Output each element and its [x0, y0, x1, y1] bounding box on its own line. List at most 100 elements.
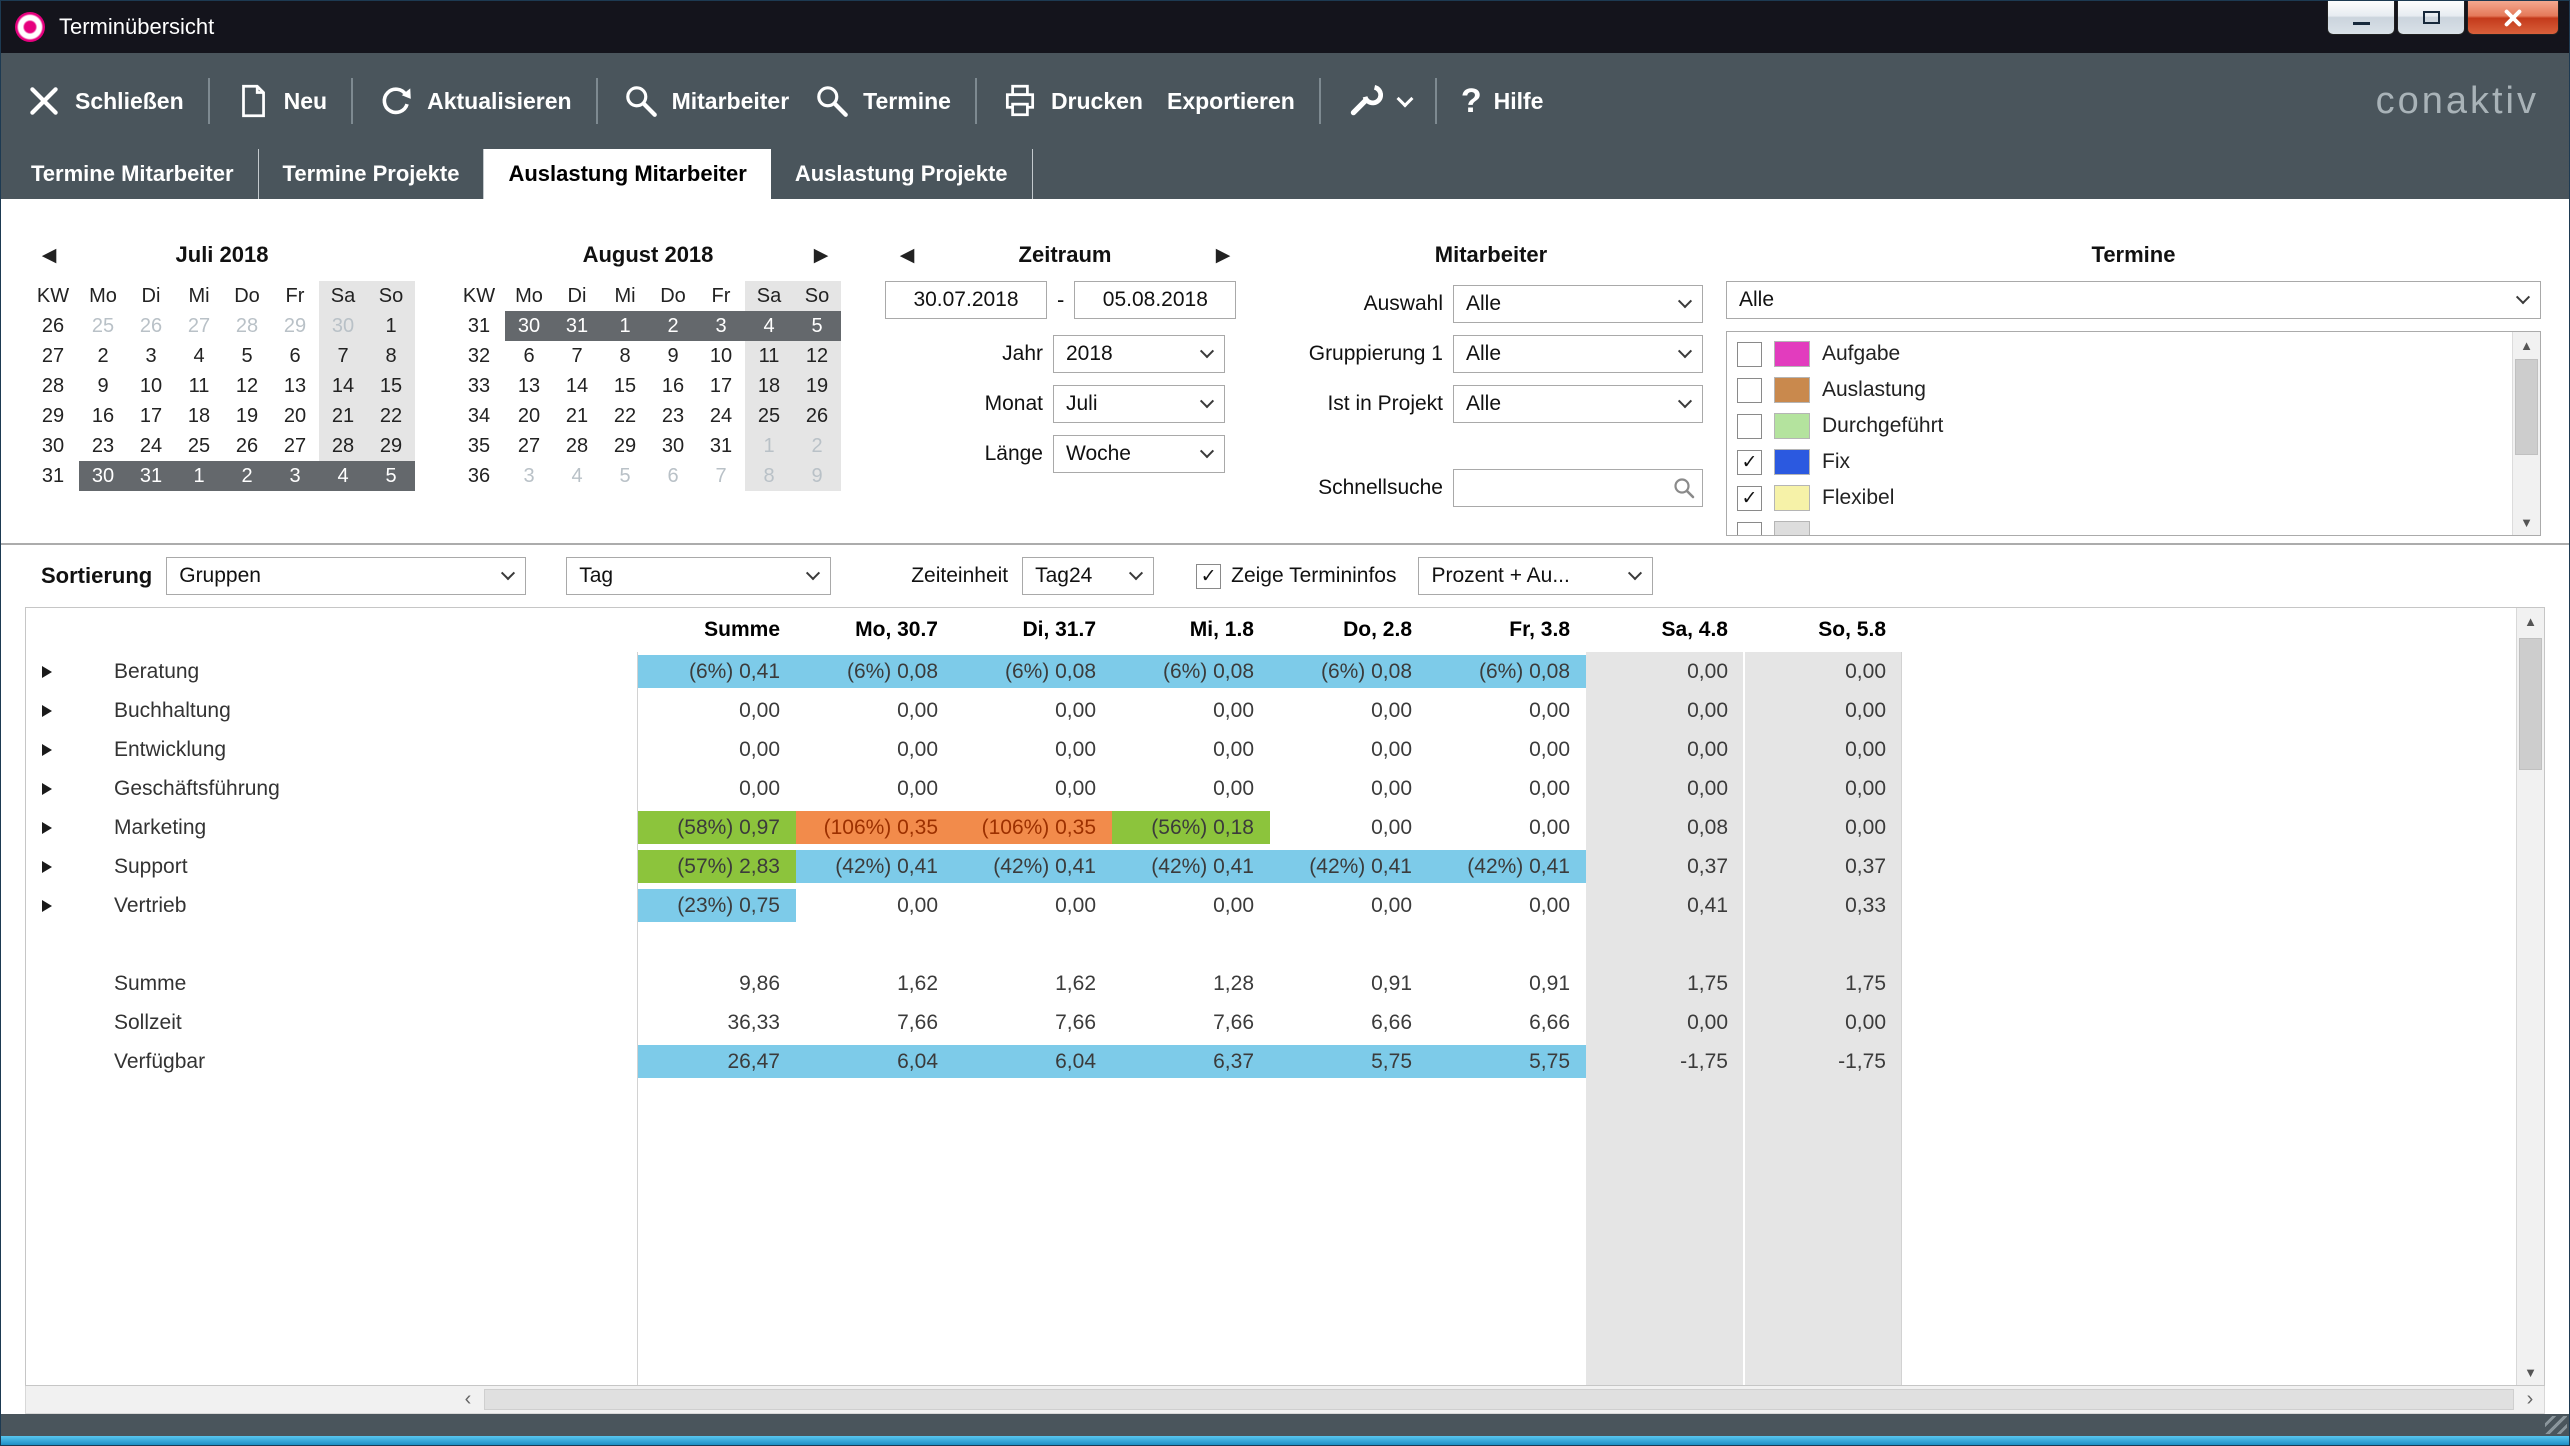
expand-arrow-icon[interactable] [42, 744, 52, 756]
zeiteinheit-select[interactable]: Tag24 [1022, 557, 1154, 595]
calendar-day[interactable]: 25 [175, 431, 223, 461]
calendar-day[interactable]: 16 [79, 401, 127, 431]
termine-list-item[interactable]: Auslastung [1737, 372, 2506, 408]
column-header[interactable]: Di, 31.7 [954, 608, 1112, 652]
scroll-up-icon[interactable]: ▲ [2513, 332, 2540, 358]
calendar-day[interactable]: 1 [601, 311, 649, 341]
calendar-day[interactable]: 2 [649, 311, 697, 341]
calendar-day[interactable]: 17 [697, 371, 745, 401]
calendar-day[interactable]: 30 [319, 311, 367, 341]
calendar-day[interactable]: 12 [793, 341, 841, 371]
scrollbar-thumb[interactable] [2519, 638, 2542, 770]
calendar-day[interactable]: 24 [127, 431, 175, 461]
calendar-week-number[interactable]: 32 [453, 341, 505, 371]
ist-in-projekt-select[interactable]: Alle [1453, 385, 1703, 423]
calendar-day[interactable]: 13 [271, 371, 319, 401]
anzeige-modus-select[interactable]: Tag [566, 557, 831, 595]
column-header[interactable]: Do, 2.8 [1270, 608, 1428, 652]
tab-termine-projekte[interactable]: Termine Projekte [259, 149, 485, 199]
calendar-day[interactable]: 8 [745, 461, 793, 491]
checkbox[interactable]: ✓ [1737, 450, 1762, 475]
expand-arrow-icon[interactable] [42, 783, 52, 795]
calendar-day[interactable]: 27 [175, 311, 223, 341]
column-header[interactable]: So, 5.8 [1744, 608, 1902, 652]
group-name[interactable]: Vertrieb [86, 886, 638, 925]
calendar-day[interactable]: 2 [79, 341, 127, 371]
calendar-day[interactable]: 26 [127, 311, 175, 341]
close-button[interactable] [2467, 1, 2559, 35]
termine-list-item[interactable]: ✓Fix [1737, 444, 2506, 480]
calendar-week-number[interactable]: 36 [453, 461, 505, 491]
date-from-input[interactable] [885, 281, 1047, 319]
calendar-day[interactable]: 5 [223, 341, 271, 371]
calendar-day[interactable]: 23 [79, 431, 127, 461]
tools-menu-button[interactable] [1345, 82, 1411, 120]
calendar-day[interactable]: 29 [601, 431, 649, 461]
scroll-right-icon[interactable]: › [2516, 1386, 2544, 1413]
calendar-day[interactable]: 23 [649, 401, 697, 431]
checkbox[interactable]: ✓ [1737, 486, 1762, 511]
group-name[interactable]: Beratung [86, 652, 638, 691]
calendar-day[interactable]: 14 [553, 371, 601, 401]
calendar-day[interactable]: 31 [697, 431, 745, 461]
jahr-select[interactable]: 2018 [1053, 335, 1225, 373]
calendar-prev-icon[interactable]: ◀ [27, 244, 71, 267]
calendar-week-number[interactable]: 31 [27, 461, 79, 491]
calendar-day[interactable]: 7 [319, 341, 367, 371]
drucken-button[interactable]: Drucken [1001, 82, 1143, 120]
calendar-day[interactable]: 29 [271, 311, 319, 341]
maximize-button[interactable] [2397, 1, 2465, 35]
calendar-day[interactable]: 5 [367, 461, 415, 491]
calendar-day[interactable]: 1 [367, 311, 415, 341]
row-expand-cell[interactable] [26, 886, 86, 925]
calendar-day[interactable]: 6 [505, 341, 553, 371]
calendar-day[interactable]: 15 [367, 371, 415, 401]
hilfe-button[interactable]: ? Hilfe [1461, 82, 1544, 121]
calendar-day[interactable]: 4 [175, 341, 223, 371]
termine-list-item[interactable] [1737, 516, 2506, 536]
calendar-day[interactable]: 26 [793, 401, 841, 431]
group-name[interactable]: Entwicklung [86, 730, 638, 769]
calendar-day[interactable]: 3 [505, 461, 553, 491]
tab-auslastung-projekte[interactable]: Auslastung Projekte [771, 149, 1033, 199]
calendar-next-icon[interactable]: ▶ [799, 244, 843, 267]
calendar-week-number[interactable]: 28 [27, 371, 79, 401]
calendar-day[interactable]: 21 [553, 401, 601, 431]
calendar-day[interactable]: 21 [319, 401, 367, 431]
calendar-day[interactable]: 14 [319, 371, 367, 401]
expand-arrow-icon[interactable] [42, 705, 52, 717]
calendar-week-number[interactable]: 30 [27, 431, 79, 461]
scroll-left-icon[interactable]: ‹ [454, 1386, 482, 1413]
calendar-day[interactable]: 2 [223, 461, 271, 491]
expand-arrow-icon[interactable] [42, 900, 52, 912]
calendar-day[interactable]: 31 [553, 311, 601, 341]
calendar-day[interactable]: 6 [649, 461, 697, 491]
zeige-termininfos-checkbox[interactable]: ✓ [1196, 564, 1221, 589]
calendar-day[interactable]: 30 [79, 461, 127, 491]
tab-auslastung-mitarbeiter[interactable]: Auslastung Mitarbeiter [484, 149, 770, 199]
termine-list-item[interactable]: Aufgabe [1737, 336, 2506, 372]
calendar-day[interactable]: 24 [697, 401, 745, 431]
expand-arrow-icon[interactable] [42, 822, 52, 834]
minimize-button[interactable] [2327, 1, 2395, 35]
checkbox[interactable] [1737, 414, 1762, 439]
group-name[interactable]: Buchhaltung [86, 691, 638, 730]
calendar-day[interactable]: 19 [223, 401, 271, 431]
monat-select[interactable]: Juli [1053, 385, 1225, 423]
exportieren-button[interactable]: Exportieren [1167, 88, 1295, 115]
calendar-day[interactable]: 9 [793, 461, 841, 491]
calendar-day[interactable]: 10 [127, 371, 175, 401]
calendar-day[interactable]: 6 [271, 341, 319, 371]
calendar-day[interactable]: 5 [601, 461, 649, 491]
calendar-day[interactable]: 9 [649, 341, 697, 371]
laenge-select[interactable]: Woche [1053, 435, 1225, 473]
table-vertical-scrollbar[interactable]: ▲ ▼ [2516, 608, 2544, 1385]
calendar-day[interactable]: 18 [745, 371, 793, 401]
scroll-down-icon[interactable]: ▼ [2513, 509, 2540, 535]
sortierung-select[interactable]: Gruppen [166, 557, 526, 595]
group-name[interactable]: Marketing [86, 808, 638, 847]
scroll-up-icon[interactable]: ▲ [2517, 608, 2544, 634]
termine-filter-select[interactable]: Alle [1726, 281, 2541, 319]
group-name[interactable]: Geschäftsführung [86, 769, 638, 808]
calendar-day[interactable]: 1 [745, 431, 793, 461]
